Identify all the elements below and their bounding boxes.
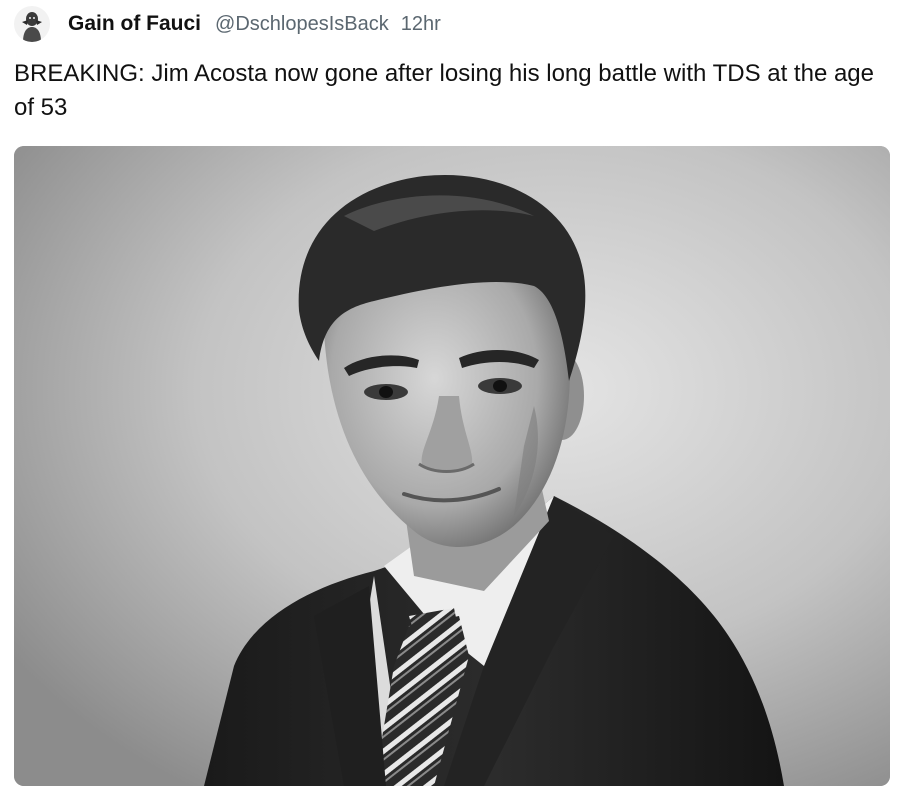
post-text: BREAKING: Jim Acosta now gone after losi… <box>14 60 875 121</box>
post-timestamp[interactable]: 12hr <box>401 13 441 36</box>
post-card: Gain of Fauci @DschlopesIsBack 12hr BREA… <box>0 0 900 794</box>
post-header: Gain of Fauci @DschlopesIsBack 12hr <box>14 6 441 42</box>
author-handle[interactable]: @DschlopesIsBack <box>215 13 389 36</box>
avatar-icon <box>14 6 50 42</box>
author-avatar[interactable] <box>14 6 50 42</box>
author-display-name[interactable]: Gain of Fauci <box>68 12 201 36</box>
portrait-photo <box>14 146 890 786</box>
post-photo[interactable] <box>14 146 890 786</box>
